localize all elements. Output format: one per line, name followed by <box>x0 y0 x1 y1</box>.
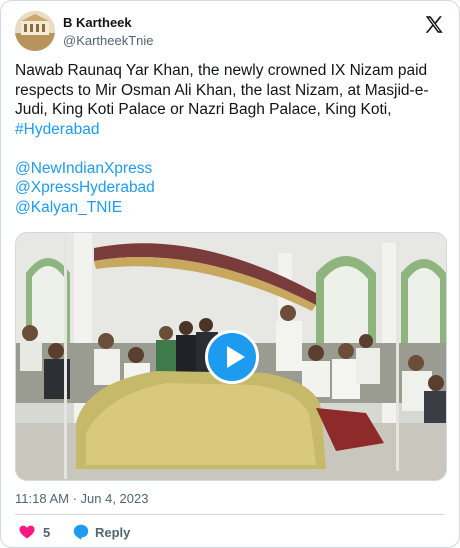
tweet-text: Nawab Raunaq Yar Khan, the newly crowned… <box>15 62 432 118</box>
reply-icon[interactable] <box>73 524 89 540</box>
author-name[interactable]: B Kartheek <box>63 15 132 30</box>
tweet-timestamp[interactable]: 11:18 AM · Jun 4, 2023 <box>15 491 148 506</box>
avatar[interactable] <box>15 11 55 51</box>
tweet-header: B Kartheek @KartheekTnie <box>15 11 445 51</box>
tweet-body: Nawab Raunaq Yar Khan, the newly crowned… <box>15 61 447 217</box>
reply-button[interactable]: Reply <box>95 525 130 540</box>
heart-icon[interactable] <box>19 525 35 539</box>
mention-link[interactable]: @Kalyan_TNIE <box>15 199 122 216</box>
author-handle[interactable]: @KartheekTnie <box>63 33 154 48</box>
video-media[interactable] <box>15 232 447 481</box>
play-triangle <box>227 346 245 368</box>
x-logo-icon[interactable] <box>423 14 445 36</box>
divider <box>15 514 445 515</box>
like-count: 5 <box>43 525 51 540</box>
hashtag-link[interactable]: #Hyderabad <box>15 121 99 138</box>
tweet-card: B Kartheek @KartheekTnie Nawab Raunaq Ya… <box>0 0 460 548</box>
mention-link[interactable]: @NewIndianXpress <box>15 160 152 177</box>
play-button-icon[interactable] <box>205 330 259 384</box>
mention-link[interactable]: @XpressHyderabad <box>15 179 155 196</box>
